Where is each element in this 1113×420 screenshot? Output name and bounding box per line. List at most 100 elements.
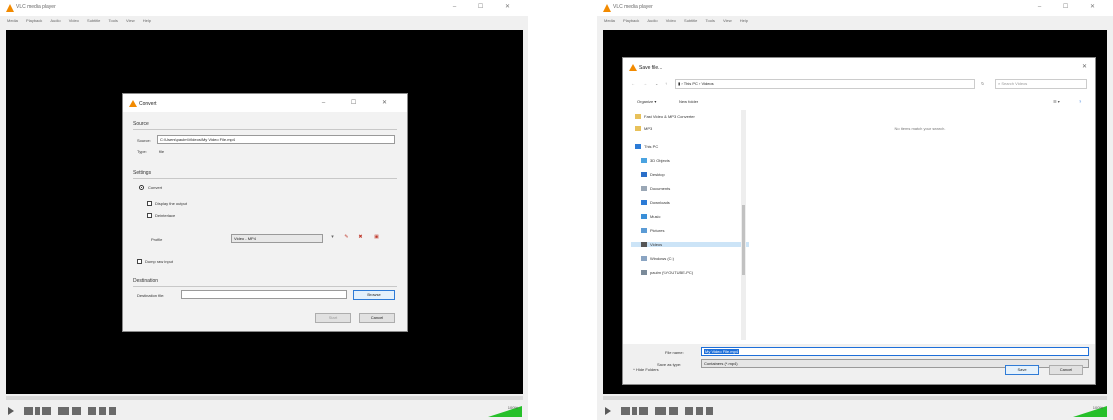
previous-icon[interactable] [621,407,630,415]
menu-media[interactable]: Media [7,18,18,23]
tree-item-network-drive[interactable]: paulm (\\YOUTUBE-PC) [641,270,693,276]
cancel-button[interactable]: Cancel [359,313,395,323]
extended-settings-icon[interactable] [72,407,81,415]
tree-item-3d-objects[interactable]: 3D Objects [641,158,670,164]
tree-item-windows-c[interactable]: Windows (C:) [641,256,674,262]
tree-item-desktop[interactable]: Desktop [641,172,665,178]
next-icon[interactable] [42,407,51,415]
menu-help[interactable]: Help [740,18,748,23]
browse-button[interactable]: Browse [353,290,395,300]
tree-item-mp3[interactable]: MP3 [635,126,652,132]
title-bar: VLC media player – ☐ ✕ [597,0,1113,16]
seek-bar[interactable] [6,396,523,400]
dump-raw-checkbox[interactable] [137,259,142,264]
shuffle-icon[interactable] [706,407,713,415]
convert-radio-label: Convert [148,185,163,190]
help-icon[interactable]: ? [1079,99,1081,104]
tree-item-downloads[interactable]: Downloads [641,200,670,206]
file-name-label: File name: [665,350,684,355]
save-options: File name: My Video File.mp4 Save as typ… [623,344,1095,384]
tree-scrollbar[interactable] [741,110,746,340]
source-section-label: Source [133,121,149,127]
navigation-bar: ← → ⌄ ↑ ▮ › This PC › Videos ↻ ⌕ Search … [623,76,1095,92]
loop-icon[interactable] [99,407,106,415]
volume-label: 100% [1092,405,1103,410]
stop-icon[interactable] [632,407,637,415]
forward-icon[interactable]: → [643,81,647,86]
edit-profile-icon[interactable]: ✎ [343,234,350,241]
tree-item-videos[interactable]: Videos [631,242,749,248]
tree-item-fast-video[interactable]: Fast Video & MP3 Converter [635,114,695,120]
play-icon[interactable] [8,407,14,415]
display-output-checkbox[interactable] [147,201,152,206]
up-icon[interactable]: ↑ [665,81,667,86]
menu-video[interactable]: Video [666,18,676,23]
source-field[interactable]: C:\Users\paulm\Videos\My Video File.mp4 [157,135,395,144]
tree-item-pictures[interactable]: Pictures [641,228,664,234]
search-input[interactable]: ⌕ Search Videos [995,79,1087,89]
play-icon[interactable] [605,407,611,415]
file-name-input[interactable]: My Video File.mp4 [701,347,1089,356]
view-options-icon[interactable]: ☰ ▾ [1053,99,1060,104]
window-controls[interactable]: – ☐ ✕ [1038,3,1105,10]
previous-icon[interactable] [24,407,33,415]
menu-playback[interactable]: Playback [623,18,639,23]
fullscreen-icon[interactable] [655,407,666,415]
new-folder-button[interactable]: New folder [679,99,698,104]
deinterlace-checkbox[interactable] [147,213,152,218]
vlc-icon [603,4,611,12]
back-icon[interactable]: ← [631,81,635,86]
save-button[interactable]: Save [1005,365,1039,375]
menu-subtitle[interactable]: Subtitle [87,18,100,23]
dialog-window-controls[interactable]: – ☐ ✕ [322,99,399,106]
menu-view[interactable]: View [723,18,732,23]
delete-profile-icon[interactable]: ✖ [357,234,364,241]
chevron-down-icon[interactable]: ▾ [329,234,336,241]
menu-help[interactable]: Help [143,18,151,23]
navigation-pane: Fast Video & MP3 Converter MP3 This PC 3… [631,110,751,342]
breadcrumb-this-pc[interactable]: This PC [684,81,698,86]
tree-item-this-pc[interactable]: This PC [635,144,658,150]
music-icon [641,214,647,220]
convert-radio[interactable] [139,185,144,190]
menu-media[interactable]: Media [604,18,615,23]
scrollbar-thumb[interactable] [742,205,745,275]
folder-icon [635,126,641,132]
window-controls[interactable]: – ☐ ✕ [453,3,520,10]
tree-item-music[interactable]: Music [641,214,660,220]
breadcrumb-videos[interactable]: Videos [702,81,714,86]
loop-icon[interactable] [696,407,703,415]
refresh-icon[interactable]: ↻ [981,81,984,86]
breadcrumb[interactable]: ▮ › This PC › Videos [675,79,975,89]
profile-select[interactable]: Video - MP4 [231,234,323,243]
hide-folders-toggle[interactable]: ^ Hide Folders [633,367,659,372]
tree-item-documents[interactable]: Documents [641,186,670,192]
menu-video[interactable]: Video [69,18,79,23]
menu-tools[interactable]: Tools [109,18,118,23]
fullscreen-icon[interactable] [58,407,69,415]
stop-icon[interactable] [35,407,40,415]
new-profile-icon[interactable]: ▣ [373,234,380,241]
vlc-icon [6,4,14,12]
menu-view[interactable]: View [126,18,135,23]
menu-audio[interactable]: Audio [647,18,657,23]
menu-playback[interactable]: Playback [26,18,42,23]
file-list[interactable]: No items match your search. [751,110,1089,342]
menu-audio[interactable]: Audio [50,18,60,23]
close-icon[interactable]: ✕ [1082,63,1087,70]
chevron-down-icon[interactable]: ⌄ [655,81,658,86]
destination-field[interactable] [181,290,347,299]
organize-button[interactable]: Organize ▾ [637,99,656,104]
computer-icon [635,144,641,150]
menu-subtitle[interactable]: Subtitle [684,18,697,23]
playlist-icon[interactable] [88,407,96,415]
extended-settings-icon[interactable] [669,407,678,415]
shuffle-icon[interactable] [109,407,116,415]
seek-bar[interactable] [603,396,1107,400]
start-button[interactable]: Start [315,313,351,323]
playlist-icon[interactable] [685,407,693,415]
next-icon[interactable] [639,407,648,415]
cancel-button[interactable]: Cancel [1049,365,1083,375]
menu-tools[interactable]: Tools [706,18,715,23]
folder-icon [635,114,641,120]
